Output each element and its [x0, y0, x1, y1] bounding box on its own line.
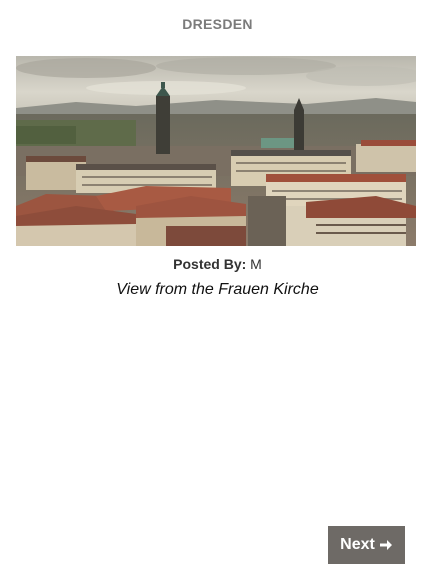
page-title: DRESDEN: [182, 16, 253, 32]
next-button[interactable]: Next: [328, 526, 405, 564]
photo-caption: View from the Frauen Kirche: [116, 281, 319, 298]
arrow-right-icon: [379, 538, 393, 552]
posted-by-label: Posted By:: [173, 256, 247, 272]
next-button-label: Next: [340, 536, 375, 553]
city-photo: [16, 56, 416, 246]
posted-by-line: Posted By: M: [0, 256, 435, 272]
posted-by-author: M: [250, 256, 262, 272]
page: DRESDEN Posted By: M View from the Fraue…: [0, 0, 435, 573]
